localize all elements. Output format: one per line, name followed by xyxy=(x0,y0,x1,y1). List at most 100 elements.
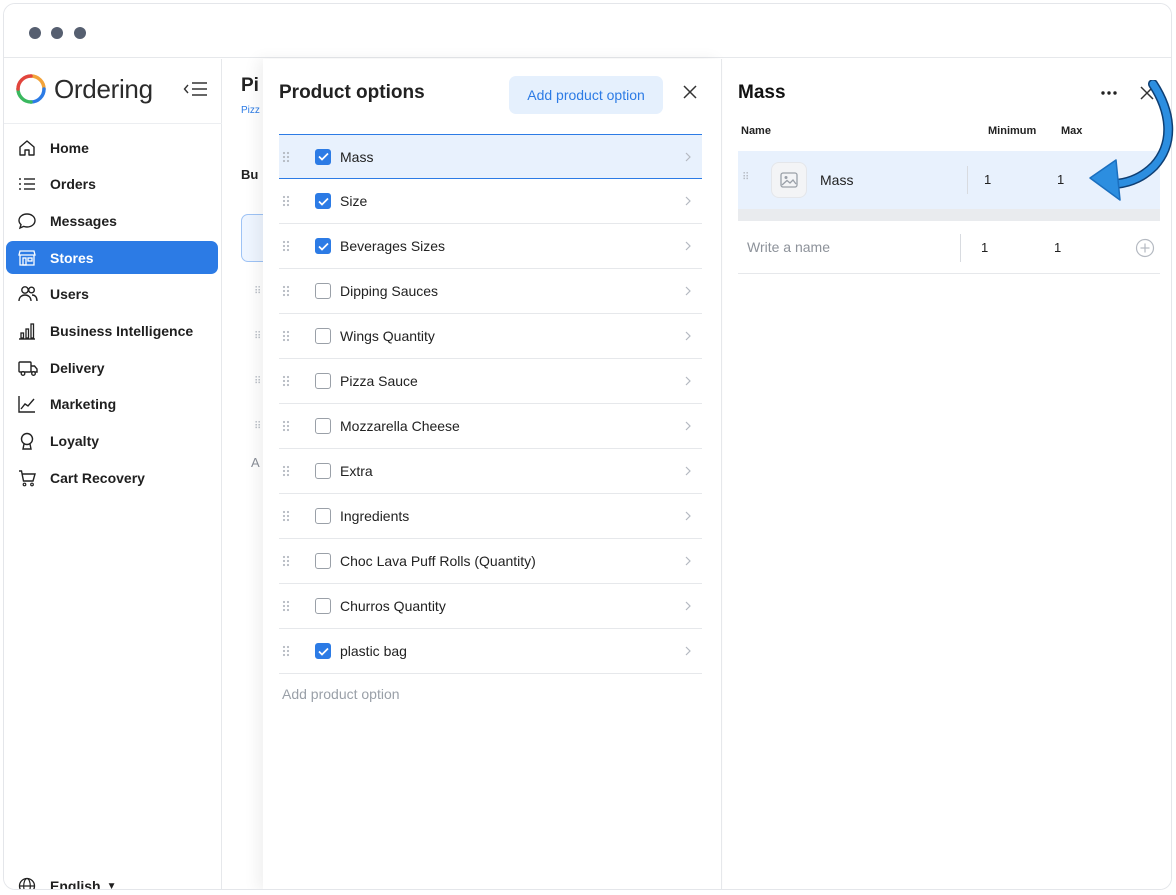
new-suboption-max-input[interactable] xyxy=(1054,229,1104,265)
award-icon xyxy=(18,431,40,451)
product-option-row[interactable]: Beverages Sizes xyxy=(279,224,702,269)
suboption-name[interactable]: Mass xyxy=(820,172,853,188)
chevron-right-icon xyxy=(678,376,698,386)
product-option-row[interactable]: Mozzarella Cheese xyxy=(279,404,702,449)
option-name: Ingredients xyxy=(340,508,410,524)
language-selector[interactable]: English ▼ xyxy=(18,877,116,890)
option-name: Mass xyxy=(340,148,374,165)
drag-handle-icon[interactable] xyxy=(279,195,315,207)
sidebar-item-label: Marketing xyxy=(50,396,117,413)
language-label: English xyxy=(50,878,101,890)
cart-icon xyxy=(18,468,40,488)
chevron-right-icon xyxy=(678,646,698,656)
sidebar-item-home[interactable]: Home xyxy=(6,131,218,164)
close-option-detail-button[interactable] xyxy=(1135,81,1159,105)
list-icon xyxy=(18,174,40,194)
drag-handle-icon[interactable] xyxy=(279,151,315,163)
check-icon xyxy=(317,647,329,656)
background-category-card[interactable] xyxy=(241,214,263,262)
logo[interactable]: Ordering xyxy=(16,69,153,109)
chevron-right-icon xyxy=(678,241,698,251)
suboption-max-value[interactable]: 1 xyxy=(1057,172,1064,187)
background-page-add-link[interactable]: A xyxy=(251,455,260,470)
sidebar-item-loyalty[interactable]: Loyalty xyxy=(6,425,218,458)
users-icon xyxy=(18,284,40,304)
suboption-min-value[interactable]: 1 xyxy=(984,172,991,187)
column-divider xyxy=(967,166,968,194)
product-option-row[interactable]: Extra xyxy=(279,449,702,494)
chevron-right-icon xyxy=(678,152,698,162)
drag-handle-icon[interactable] xyxy=(279,555,315,567)
option-name: Churros Quantity xyxy=(340,598,446,614)
chevron-right-icon xyxy=(678,601,698,611)
sidebar-item-label: Orders xyxy=(50,176,96,193)
drag-handle-icon[interactable] xyxy=(279,465,315,477)
suboption-row[interactable]: ⠿ Mass 1 1 xyxy=(738,151,1160,209)
sidebar-item-messages[interactable]: Messages xyxy=(6,204,218,237)
product-option-row[interactable]: Churros Quantity xyxy=(279,584,702,629)
drag-handle-icon[interactable] xyxy=(279,375,315,387)
option-checkbox[interactable] xyxy=(315,643,331,659)
drag-handle-icon[interactable] xyxy=(279,510,315,522)
sidebar-item-label: Home xyxy=(50,139,89,156)
sidebar-item-cart-recovery[interactable]: Cart Recovery xyxy=(6,461,218,494)
product-option-row[interactable]: Dipping Sauces xyxy=(279,269,702,314)
sidebar-item-delivery[interactable]: Delivery xyxy=(6,351,218,384)
add-suboption-button[interactable] xyxy=(1135,238,1155,258)
option-checkbox[interactable] xyxy=(315,463,331,479)
option-checkbox[interactable] xyxy=(315,193,331,209)
product-option-row[interactable]: Mass xyxy=(279,134,702,179)
sidebar-item-label: Loyalty xyxy=(50,433,100,449)
option-checkbox[interactable] xyxy=(315,328,331,344)
option-checkbox[interactable] xyxy=(315,373,331,389)
background-page-link[interactable]: Pizz xyxy=(241,105,260,116)
option-checkbox[interactable] xyxy=(315,238,331,254)
sidebar-divider xyxy=(4,123,222,124)
sidebar-item-business-intelligence[interactable]: Business Intelligence xyxy=(6,314,218,347)
product-option-row[interactable]: Size xyxy=(279,179,702,224)
drag-handle-icon[interactable] xyxy=(279,420,315,432)
window-titlebar xyxy=(4,4,1171,58)
drag-handle-icon[interactable] xyxy=(279,600,315,612)
option-name: plastic bag xyxy=(340,643,407,659)
option-checkbox[interactable] xyxy=(315,418,331,434)
new-suboption-row xyxy=(738,221,1160,274)
product-option-row[interactable]: Ingredients xyxy=(279,494,702,539)
sidebar-item-orders[interactable]: Orders xyxy=(6,168,218,201)
suboption-image[interactable] xyxy=(771,162,807,198)
product-option-row[interactable]: Choc Lava Puff Rolls (Quantity) xyxy=(279,539,702,584)
add-product-option-link[interactable]: Add product option xyxy=(282,686,400,702)
product-option-row[interactable]: Wings Quantity xyxy=(279,314,702,359)
close-product-options-button[interactable] xyxy=(678,80,702,104)
product-option-row[interactable]: Pizza Sauce xyxy=(279,359,702,404)
window-dot xyxy=(51,27,63,39)
add-product-option-button[interactable]: Add product option xyxy=(509,76,663,114)
product-option-row[interactable]: plastic bag xyxy=(279,629,702,674)
option-checkbox[interactable] xyxy=(315,148,331,165)
drag-handle-icon[interactable] xyxy=(279,645,315,657)
drag-handle-icon[interactable]: ⠿ xyxy=(742,172,749,183)
sidebar: Ordering Home Orders Messages Stores Use… xyxy=(4,59,222,890)
option-checkbox[interactable] xyxy=(315,598,331,614)
collapse-sidebar-button[interactable] xyxy=(182,77,210,101)
sidebar-item-users[interactable]: Users xyxy=(6,278,218,311)
new-suboption-min-input[interactable] xyxy=(981,229,1031,265)
option-name: Mozzarella Cheese xyxy=(340,418,460,434)
chevron-right-icon xyxy=(678,421,698,431)
option-name: Pizza Sauce xyxy=(340,373,418,389)
more-options-button[interactable] xyxy=(1097,83,1121,103)
option-checkbox[interactable] xyxy=(315,553,331,569)
image-placeholder-icon xyxy=(780,172,798,188)
new-suboption-name-input[interactable] xyxy=(738,229,956,265)
option-checkbox[interactable] xyxy=(315,508,331,524)
drag-handle-icon[interactable] xyxy=(279,330,315,342)
sidebar-item-stores[interactable]: Stores xyxy=(6,241,218,275)
option-checkbox[interactable] xyxy=(315,283,331,299)
drag-handle-icon[interactable] xyxy=(279,240,315,252)
sidebar-item-label: Business Intelligence xyxy=(50,322,194,339)
check-icon xyxy=(317,242,329,251)
chevron-right-icon xyxy=(678,511,698,521)
sidebar-item-marketing[interactable]: Marketing xyxy=(6,388,218,421)
column-header-minimum: Minimum xyxy=(988,125,1037,137)
drag-handle-icon[interactable] xyxy=(279,285,315,297)
